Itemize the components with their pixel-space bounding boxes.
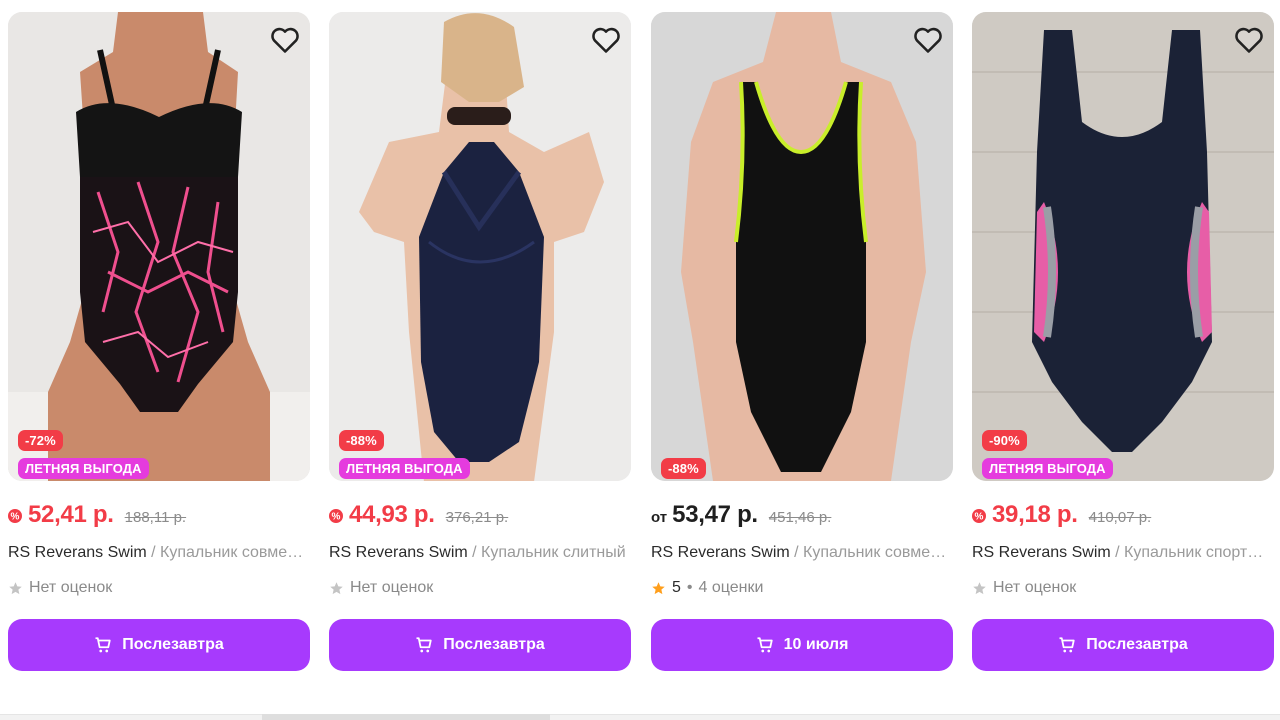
rating-text: Нет оценок (993, 579, 1077, 596)
product-card[interactable]: -90% ЛЕТНЯЯ ВЫГОДА % 39,18 р. 410,07 р. … (972, 0, 1274, 700)
star-icon (973, 581, 986, 594)
scroll-indicator[interactable] (262, 714, 550, 720)
delivery-label: Послезавтра (122, 636, 224, 653)
current-price: 44,93 р. (349, 501, 435, 528)
price-row: % 39,18 р. 410,07 р. (972, 501, 1151, 531)
rating: Нет оценок (8, 579, 112, 597)
delivery-label: 10 июля (783, 636, 849, 653)
product-name[interactable]: / Купальник слитный (468, 544, 626, 561)
cart-icon (95, 637, 111, 653)
rating-text: Нет оценок (350, 579, 434, 596)
old-price: 188,11 р. (124, 509, 187, 526)
product-grid: -72% ЛЕТНЯЯ ВЫГОДА % 52,41 р. 188,11 р. … (0, 0, 1280, 720)
price-badge-icon: % (8, 509, 22, 523)
rating-text: Нет оценок (29, 579, 113, 596)
product-name[interactable]: / Купальник совместный (147, 544, 308, 561)
current-price: 52,41 р. (28, 501, 114, 528)
discount-badge: -90% (982, 430, 1027, 451)
svg-text:%: % (975, 512, 984, 523)
cart-icon (757, 637, 773, 653)
star-icon (9, 581, 22, 594)
promo-badge: ЛЕТНЯЯ ВЫГОДА (339, 458, 470, 479)
favorite-heart-icon[interactable] (1234, 25, 1264, 55)
brand-name[interactable]: RS Reverans Swim (8, 544, 147, 561)
rating: 5 • 4 оценки (651, 579, 763, 597)
reviews-count[interactable]: 4 оценки (699, 579, 764, 597)
product-title[interactable]: RS Reverans Swim / Купальник спортивный (972, 544, 1272, 562)
favorite-heart-icon[interactable] (913, 25, 943, 55)
swimsuit-image-black-sport (651, 12, 953, 481)
svg-text:%: % (332, 512, 341, 523)
product-card[interactable]: -88% от 53,47 р. 451,46 р. RS Reverans S… (651, 0, 953, 700)
favorite-heart-icon[interactable] (270, 25, 300, 55)
product-card[interactable]: -72% ЛЕТНЯЯ ВЫГОДА % 52,41 р. 188,11 р. … (8, 0, 310, 700)
separator-dot: • (686, 579, 693, 596)
swimsuit-image-navy-halter (329, 12, 631, 481)
swimsuit-image-navy-pink (972, 12, 1274, 481)
product-title[interactable]: RS Reverans Swim / Купальник совместный (8, 544, 308, 562)
page-divider (0, 714, 1280, 720)
promo-badge: ЛЕТНЯЯ ВЫГОДА (18, 458, 149, 479)
product-image[interactable]: -90% ЛЕТНЯЯ ВЫГОДА (972, 12, 1274, 481)
star-icon (330, 581, 343, 594)
discount-badge: -72% (18, 430, 63, 451)
price-badge-icon: % (972, 509, 986, 523)
product-title[interactable]: RS Reverans Swim / Купальник совместный (651, 544, 951, 562)
badges: -90% ЛЕТНЯЯ ВЫГОДА (982, 430, 1113, 479)
price-row: % 44,93 р. 376,21 р. (329, 501, 508, 531)
discount-badge: -88% (339, 430, 384, 451)
price-prefix: от (651, 509, 668, 526)
svg-text:%: % (11, 512, 20, 523)
price-row: от 53,47 р. 451,46 р. (651, 501, 831, 531)
swimsuit-image-pink-pattern (8, 12, 310, 481)
badges: -72% ЛЕТНЯЯ ВЫГОДА (18, 430, 149, 479)
rating: Нет оценок (972, 579, 1076, 597)
price-row: % 52,41 р. 188,11 р. (8, 501, 186, 531)
product-title[interactable]: RS Reverans Swim / Купальник слитный (329, 544, 629, 562)
old-price: 376,21 р. (445, 509, 509, 526)
product-image[interactable]: -88% ЛЕТНЯЯ ВЫГОДА (329, 12, 631, 481)
product-name[interactable]: / Купальник спортивный (1111, 544, 1272, 561)
product-name[interactable]: / Купальник совместный (790, 544, 951, 561)
price-badge-icon: % (329, 509, 343, 523)
add-to-cart-button[interactable]: 10 июля (651, 619, 953, 671)
product-card[interactable]: -88% ЛЕТНЯЯ ВЫГОДА % 44,93 р. 376,21 р. … (329, 0, 631, 700)
star-icon (652, 581, 665, 594)
delivery-label: Послезавтра (1086, 636, 1188, 653)
add-to-cart-button[interactable]: Послезавтра (8, 619, 310, 671)
current-price: 39,18 р. (992, 501, 1078, 528)
discount-badge: -88% (661, 458, 706, 479)
add-to-cart-button[interactable]: Послезавтра (329, 619, 631, 671)
cart-icon (416, 637, 432, 653)
rating-score: 5 (672, 579, 681, 596)
add-to-cart-button[interactable]: Послезавтра (972, 619, 1274, 671)
favorite-heart-icon[interactable] (591, 25, 621, 55)
rating: Нет оценок (329, 579, 433, 597)
product-image[interactable]: -88% (651, 12, 953, 481)
badges: -88% (661, 430, 706, 479)
delivery-label: Послезавтра (443, 636, 545, 653)
product-image[interactable]: -72% ЛЕТНЯЯ ВЫГОДА (8, 12, 310, 481)
old-price: 410,07 р. (1088, 509, 1152, 526)
current-price: 53,47 р. (672, 501, 758, 528)
badges: -88% ЛЕТНЯЯ ВЫГОДА (339, 430, 470, 479)
brand-name[interactable]: RS Reverans Swim (329, 544, 468, 561)
cart-icon (1059, 637, 1075, 653)
promo-badge: ЛЕТНЯЯ ВЫГОДА (982, 458, 1113, 479)
brand-name[interactable]: RS Reverans Swim (972, 544, 1111, 561)
old-price: 451,46 р. (768, 509, 832, 526)
brand-name[interactable]: RS Reverans Swim (651, 544, 790, 561)
